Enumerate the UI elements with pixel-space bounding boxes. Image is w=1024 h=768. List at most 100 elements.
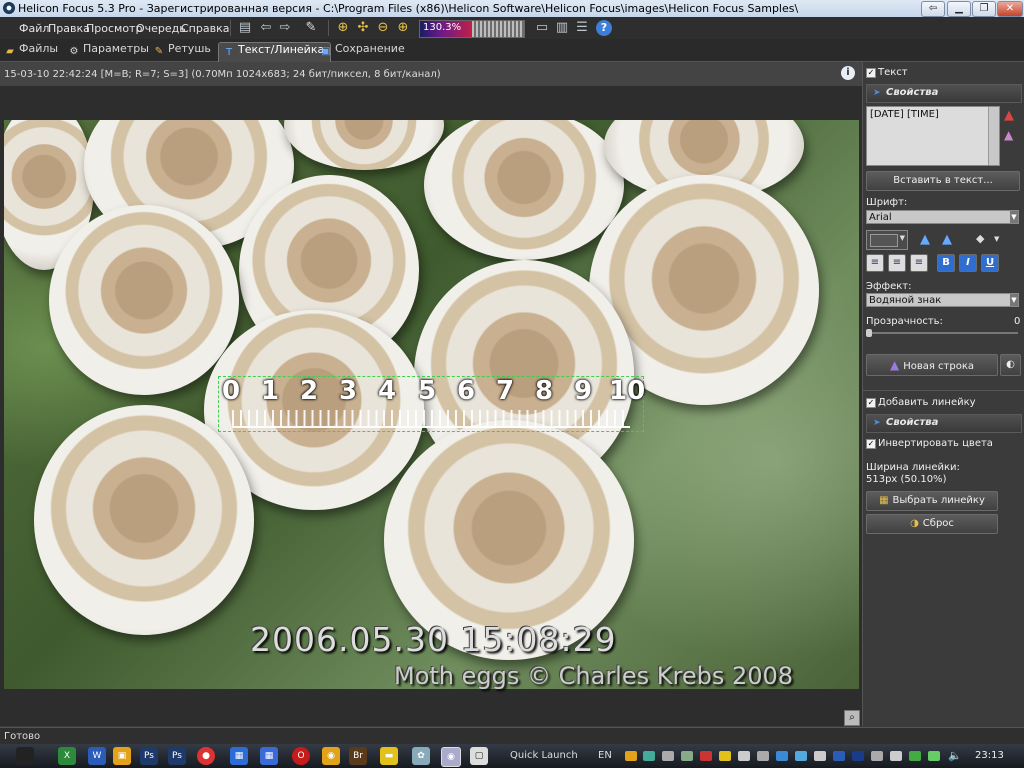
tray-icon[interactable] xyxy=(909,751,921,761)
zoom-slider[interactable]: 130.3% xyxy=(419,20,525,38)
tray-icon[interactable] xyxy=(662,751,674,761)
tray-icon[interactable] xyxy=(625,751,637,761)
apple-icon[interactable] xyxy=(16,747,34,765)
menu-help[interactable]: Справка xyxy=(181,22,229,35)
bold-icon[interactable]: B xyxy=(937,254,955,272)
photoshop-alt-icon[interactable]: Ps xyxy=(168,747,186,765)
windows-app-icon[interactable]: ▦ xyxy=(230,747,248,765)
media-icon[interactable]: ◉ xyxy=(322,747,340,765)
tray-icon[interactable] xyxy=(833,751,845,761)
delete-line-icon[interactable]: ◐ xyxy=(1000,354,1021,376)
magnifier-icon[interactable]: ⌕ xyxy=(844,710,860,726)
zoom-actual-icon[interactable]: ✣ xyxy=(354,19,372,37)
font-style-icon[interactable]: ▲ xyxy=(1004,128,1018,142)
tray-icon[interactable] xyxy=(776,751,788,761)
tray-icon[interactable] xyxy=(795,751,807,761)
effect-select[interactable]: Водяной знак ▼ xyxy=(866,293,1019,307)
tray-icon[interactable] xyxy=(757,751,769,761)
restore-small-button[interactable]: ⇦ xyxy=(921,1,945,17)
tab-save[interactable]: ▣ Сохранение xyxy=(320,42,404,61)
explorer-icon[interactable]: ▬ xyxy=(380,747,398,765)
bridge-icon[interactable]: Br xyxy=(349,747,367,765)
reset-label: Сброс xyxy=(922,518,954,529)
tray-icon[interactable] xyxy=(814,751,826,761)
split-vertical-icon[interactable]: ▥ xyxy=(553,19,571,37)
italic-icon[interactable]: I xyxy=(959,254,977,272)
zoom-out-icon[interactable]: ⊖ xyxy=(374,19,392,37)
new-line-button[interactable]: ▲ Новая строка xyxy=(866,354,998,376)
text-properties-header[interactable]: ➤ Свойства xyxy=(866,84,1022,103)
network-app-icon[interactable]: ✿ xyxy=(412,747,430,765)
tray-icon[interactable] xyxy=(643,751,655,761)
font-select[interactable]: Arial ▼ xyxy=(866,210,1019,224)
chrome-icon[interactable]: ● xyxy=(197,747,215,765)
word-icon[interactable]: W xyxy=(88,747,106,765)
document-app-icon[interactable]: ▢ xyxy=(470,747,488,765)
clock[interactable]: 23:13 xyxy=(975,750,1004,761)
chevron-down-icon[interactable]: ▼ xyxy=(994,235,999,243)
camera-icon[interactable]: ✎ xyxy=(302,19,320,37)
toolbar-separator xyxy=(230,20,231,36)
text-field-scrollbar[interactable] xyxy=(988,107,999,165)
section-title: Свойства xyxy=(886,87,939,98)
zoom-fit-icon[interactable]: ⊕ xyxy=(334,19,352,37)
close-button[interactable]: ✕ xyxy=(997,1,1023,17)
font-color-icon[interactable]: ▲ xyxy=(1004,109,1018,123)
tray-icon[interactable] xyxy=(871,751,883,761)
choose-ruler-button[interactable]: ▦ Выбрать линейку xyxy=(866,491,998,511)
insert-into-text-button[interactable]: Вставить в текст... xyxy=(866,171,1020,191)
tray-icon[interactable] xyxy=(738,751,750,761)
tab-parameters[interactable]: ⚙ Параметры xyxy=(68,42,149,61)
single-view-icon[interactable]: ▭ xyxy=(533,19,551,37)
zoom-in-icon[interactable]: ⊕ xyxy=(394,19,412,37)
tab-files[interactable]: ▰ Файлы xyxy=(4,42,58,61)
opacity-slider[interactable] xyxy=(866,329,1018,337)
app-grid-icon[interactable]: ▦ xyxy=(260,747,278,765)
tray-icon[interactable] xyxy=(700,751,712,761)
menu-queue[interactable]: Очередь xyxy=(136,22,186,35)
save-page-icon[interactable]: ▤ xyxy=(236,19,254,37)
tab-text-ruler[interactable]: T Текст/Линейка xyxy=(218,42,332,62)
maximize-button[interactable]: ❐ xyxy=(972,1,996,17)
tray-icon[interactable] xyxy=(681,751,693,761)
minimize-button[interactable]: ▁ xyxy=(947,1,971,17)
tray-icon[interactable] xyxy=(852,751,864,761)
reset-button[interactable]: ◑ Сброс xyxy=(866,514,998,534)
ruler-properties-header[interactable]: ➤ Свойства xyxy=(866,414,1022,433)
outline-color-icon[interactable]: ▲ xyxy=(942,232,952,247)
background-color-icon[interactable]: ◆ xyxy=(976,232,984,245)
text-color-picker[interactable]: ▼ xyxy=(866,230,908,250)
tray-icon[interactable] xyxy=(890,751,902,761)
volume-icon[interactable]: 🔈 xyxy=(948,749,962,762)
add-ruler-checkbox[interactable]: ✓ xyxy=(866,398,876,408)
opacity-slider-thumb[interactable] xyxy=(866,329,872,337)
photoshop-icon[interactable]: Ps xyxy=(140,747,158,765)
back-arrow-icon[interactable]: ⇦ xyxy=(257,19,275,37)
split-horizontal-icon[interactable]: ☰ xyxy=(573,19,591,37)
quick-launch-label[interactable]: Quick Launch xyxy=(510,750,578,761)
app-folder-icon[interactable]: ▣ xyxy=(113,747,131,765)
helicon-taskbar-icon[interactable]: ◉ xyxy=(441,747,461,767)
language-indicator[interactable]: EN xyxy=(598,750,612,761)
shadow-color-icon[interactable]: ▲ xyxy=(920,232,930,247)
tab-retouch[interactable]: ✎ Ретушь xyxy=(153,42,211,61)
text-content-field[interactable]: [DATE] [TIME] xyxy=(866,106,1000,166)
gear-icon: ⚙ xyxy=(69,46,79,57)
text-checkbox[interactable]: ✓ xyxy=(866,68,876,78)
align-left-icon[interactable]: ≡ xyxy=(866,254,884,272)
menu-edit[interactable]: Правка xyxy=(48,22,90,35)
align-right-icon[interactable]: ≡ xyxy=(910,254,928,272)
tray-icon[interactable] xyxy=(928,751,940,761)
tray-icon[interactable] xyxy=(719,751,731,761)
menu-file[interactable]: Файл xyxy=(19,22,49,35)
text-content-value: [DATE] [TIME] xyxy=(870,109,939,120)
info-icon[interactable]: i xyxy=(841,66,855,80)
help-icon[interactable]: ? xyxy=(596,20,612,36)
underline-icon[interactable]: U xyxy=(981,254,999,272)
invert-colors-checkbox[interactable]: ✓ xyxy=(866,439,876,449)
opera-icon[interactable]: O xyxy=(292,747,310,765)
menu-view[interactable]: Просмотр xyxy=(86,22,142,35)
align-center-icon[interactable]: ≡ xyxy=(888,254,906,272)
forward-arrow-icon[interactable]: ⇨ xyxy=(276,19,294,37)
excel-icon[interactable]: X xyxy=(58,747,76,765)
